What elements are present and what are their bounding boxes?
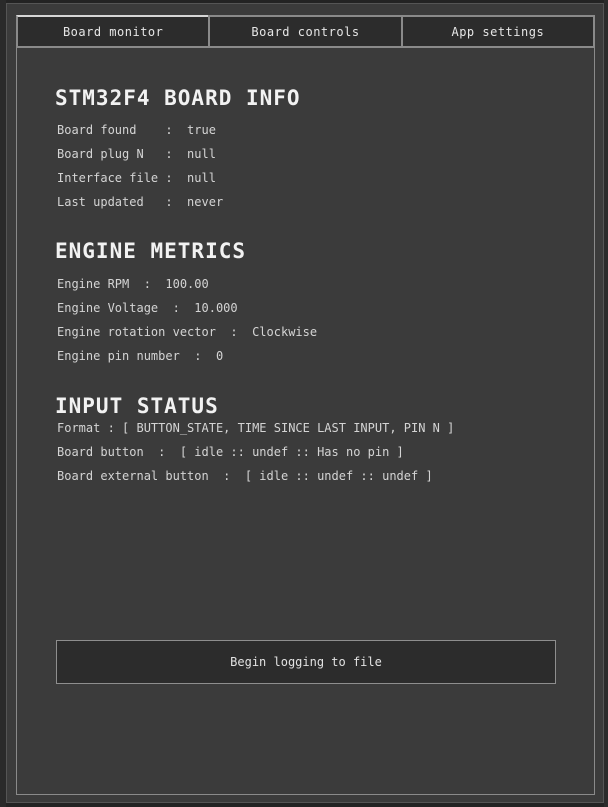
board-info-title: STM32F4 BOARD INFO (55, 86, 301, 110)
input-format-row: Format : [ BUTTON_STATE, TIME SINCE LAST… (57, 421, 455, 435)
board-found-row: Board found : true (57, 123, 216, 137)
interface-file-row: Interface file : null (57, 171, 216, 185)
app-root: Board monitor Board controls App setting… (0, 0, 608, 807)
board-monitor-window: Board monitor Board controls App setting… (6, 3, 604, 803)
engine-rpm-row: Engine RPM : 100.00 (57, 277, 209, 291)
tab-bar: Board monitor Board controls App setting… (16, 15, 595, 48)
board-plug-row: Board plug N : null (57, 147, 216, 161)
board-monitor-panel: STM32F4 BOARD INFO Board found : true Bo… (16, 48, 595, 795)
input-status-title: INPUT STATUS (55, 394, 219, 418)
engine-metrics-title: ENGINE METRICS (55, 239, 247, 263)
tab-app-settings[interactable]: App settings (400, 15, 595, 48)
engine-voltage-row: Engine Voltage : 10.000 (57, 301, 238, 315)
tab-board-controls[interactable]: Board controls (208, 15, 401, 48)
engine-rotation-row: Engine rotation vector : Clockwise (57, 325, 318, 339)
background-window-edge-right (604, 0, 608, 807)
last-updated-row: Last updated : never (57, 195, 224, 209)
engine-pin-row: Engine pin number : 0 (57, 349, 224, 363)
tab-board-monitor[interactable]: Board monitor (16, 15, 209, 48)
board-external-button-row: Board external button : [ idle :: undef … (57, 469, 433, 483)
begin-logging-button[interactable]: Begin logging to file (56, 640, 556, 684)
board-button-row: Board button : [ idle :: undef :: Has no… (57, 445, 404, 459)
